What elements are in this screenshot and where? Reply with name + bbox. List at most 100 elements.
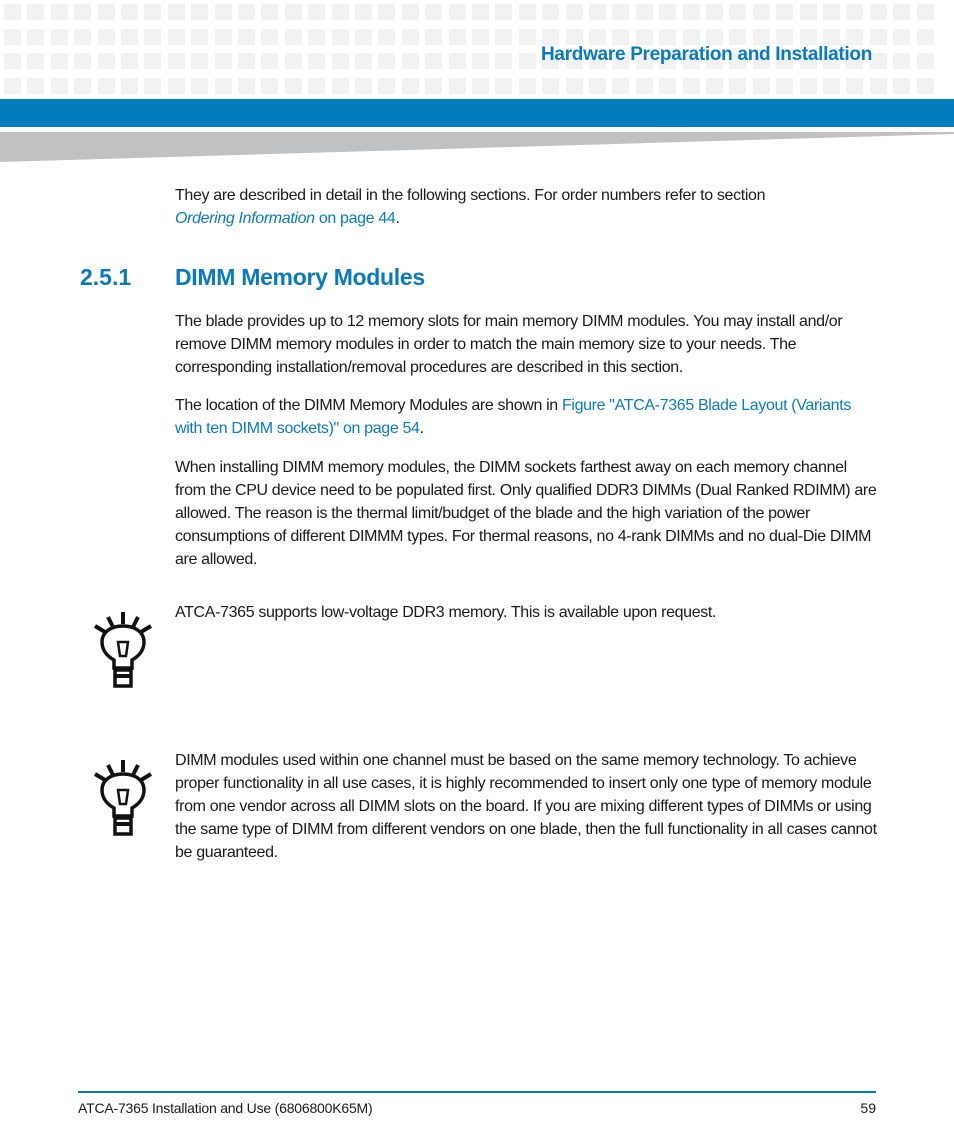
grid-cell — [612, 28, 630, 45]
grid-cell — [308, 77, 326, 94]
grid-cell — [635, 77, 653, 94]
grid-cell — [893, 4, 911, 20]
grid-cell — [355, 4, 372, 20]
grid-cell — [893, 77, 911, 94]
grid-cell — [27, 53, 45, 69]
paragraph-1-text: The blade provides up to 12 memory slots… — [175, 313, 843, 376]
grid-cell — [518, 4, 536, 20]
intro-period: . — [395, 210, 400, 227]
grid-cell — [916, 53, 934, 69]
grid-cell — [589, 4, 606, 20]
intro-paragraph: They are described in detail in the foll… — [175, 184, 880, 230]
grid-cell — [50, 53, 68, 69]
ordering-information-page-link[interactable]: on page 44 — [315, 210, 396, 227]
grid-cell — [916, 4, 934, 20]
grid-cell — [869, 53, 887, 69]
grid-cell — [284, 77, 302, 94]
grid-cell — [659, 28, 677, 45]
grid-cell — [846, 28, 864, 45]
grid-cell — [893, 53, 911, 69]
grid-cell — [518, 53, 536, 69]
grid-cell — [4, 28, 21, 45]
grid-cell — [238, 4, 255, 20]
grid-cell — [121, 53, 138, 69]
grid-cell — [27, 28, 45, 45]
paragraph-2-text: The location of the DIMM Memory Modules … — [175, 397, 562, 414]
chapter-title: Hardware Preparation and Installation — [541, 44, 872, 65]
ordering-information-link[interactable]: Ordering Information — [175, 210, 315, 227]
grid-cell — [472, 53, 489, 69]
grid-cell — [238, 53, 255, 69]
grid-cell — [425, 28, 443, 45]
grid-cell — [916, 28, 934, 45]
note-2-text: DIMM modules used within one channel mus… — [175, 752, 877, 861]
footer-divider — [78, 1091, 876, 1093]
grid-cell — [121, 77, 138, 94]
grid-cell — [144, 77, 162, 94]
grid-cell — [472, 77, 489, 94]
grid-cell — [846, 4, 864, 20]
grid-cell — [191, 4, 209, 20]
grid-cell — [823, 28, 840, 45]
grid-cell — [238, 28, 255, 45]
grid-cell — [97, 4, 115, 20]
grid-cell — [448, 28, 466, 45]
grid-cell — [238, 77, 255, 94]
grid-cell — [4, 77, 21, 94]
grid-cell — [121, 4, 138, 20]
grid-cell — [472, 28, 489, 45]
grid-cell — [729, 4, 747, 20]
grid-cell — [97, 77, 115, 94]
grid-cell — [542, 28, 560, 45]
grid-cell — [869, 4, 887, 20]
grid-cell — [495, 53, 513, 69]
grid-cell — [495, 4, 513, 20]
grid-cell — [729, 28, 747, 45]
grid-cell — [472, 4, 489, 20]
grid-cell — [401, 53, 419, 69]
grid-cell — [261, 28, 279, 45]
grid-cell — [776, 28, 794, 45]
grid-cell — [74, 77, 92, 94]
grid-cell — [191, 53, 209, 69]
section-heading: DIMM Memory Modules — [175, 264, 425, 290]
grid-cell — [612, 77, 630, 94]
grid-cell — [284, 28, 302, 45]
grid-cell — [214, 53, 232, 69]
grid-cell — [144, 4, 162, 20]
note-memory-technology: DIMM modules used within one channel mus… — [175, 749, 880, 864]
grid-cell — [261, 53, 279, 69]
grid-cell — [50, 4, 68, 20]
note-low-voltage: ATCA-7365 supports low-voltage DDR3 memo… — [175, 601, 880, 624]
grid-cell — [495, 28, 513, 45]
grid-cell — [776, 77, 794, 94]
grid-cell — [425, 53, 443, 69]
grid-cell — [823, 77, 840, 94]
grid-cell — [823, 4, 840, 20]
grid-cell — [284, 4, 302, 20]
grid-cell — [50, 77, 68, 94]
grid-cell — [191, 77, 209, 94]
paragraph-memory-slots: The blade provides up to 12 memory slots… — [175, 310, 880, 379]
grid-cell — [448, 53, 466, 69]
intro-text: They are described in detail in the foll… — [175, 187, 766, 204]
grid-cell — [706, 28, 723, 45]
grid-cell — [448, 77, 466, 94]
grid-cell — [916, 77, 934, 94]
grid-cell — [448, 4, 466, 20]
grid-cell — [167, 77, 185, 94]
grid-cell — [27, 77, 45, 94]
grid-cell — [308, 4, 326, 20]
grid-cell — [706, 77, 723, 94]
grid-cell — [401, 28, 419, 45]
grid-cell — [121, 28, 138, 45]
grid-cell — [331, 53, 349, 69]
grid-cell — [214, 28, 232, 45]
grid-cell — [74, 28, 92, 45]
grid-cell — [191, 28, 209, 45]
grid-cell — [682, 77, 700, 94]
grid-cell — [50, 28, 68, 45]
grid-cell — [27, 4, 45, 20]
section-number: 2.5.1 — [80, 264, 132, 290]
grid-cell — [799, 28, 817, 45]
